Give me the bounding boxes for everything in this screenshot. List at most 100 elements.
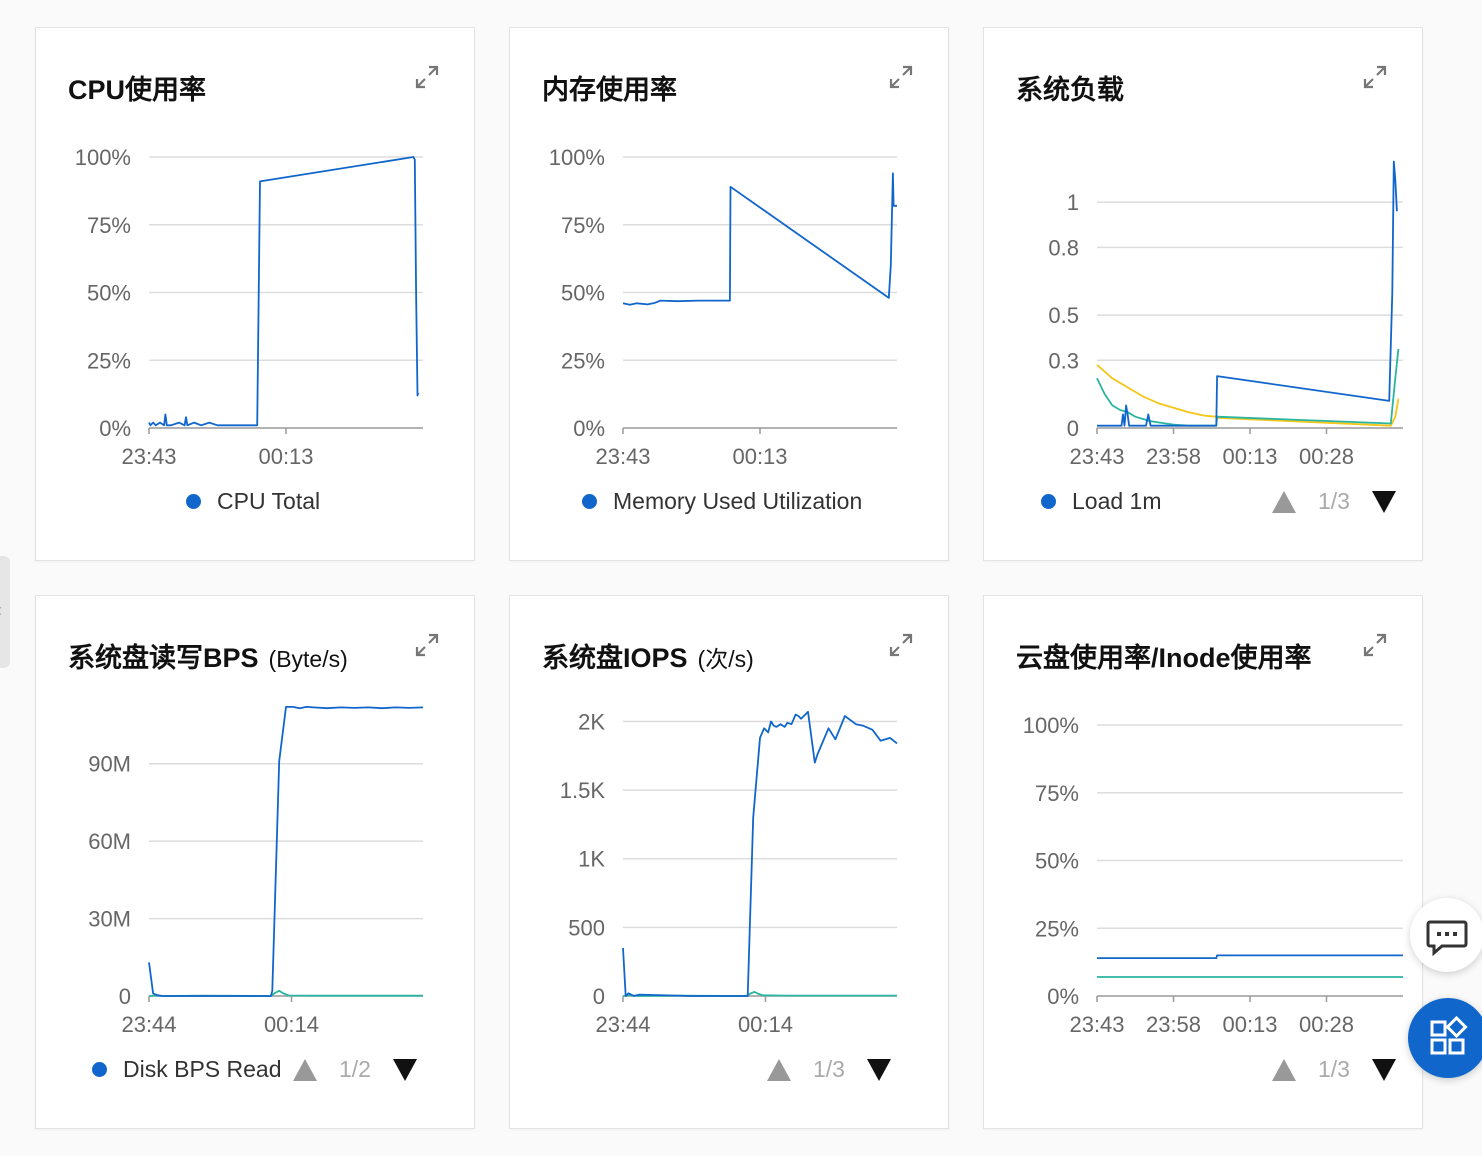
legend-next-page-icon[interactable] (392, 1058, 417, 1081)
y-tick-label: 100% (1023, 713, 1079, 738)
x-tick-label: 23:43 (1069, 1012, 1124, 1037)
y-tick-label: 0% (99, 416, 131, 441)
chart-card-4: 系统盘读写BPS (Byte/s) 90M 60M 30M 0 23:44 00:14 Disk… (35, 595, 475, 1129)
chart-card-6: 云盘使用率/Inode使用率 100% 75% 50% 25% 0% 23:43 23:58 0… (983, 595, 1423, 1129)
x-tick-label: 00:13 (732, 444, 787, 469)
plot-area: 2K 1.5K 1K 500 0 23:44 00:14 (560, 709, 898, 1037)
x-tick-label: 00:28 (1299, 1012, 1354, 1037)
y-tick-label: 0% (1047, 984, 1079, 1009)
x-tick-label: 23:44 (595, 1012, 650, 1037)
y-tick-label: 2K (578, 709, 605, 734)
x-tick-label: 23:43 (595, 444, 650, 469)
legend-next-page-icon[interactable] (866, 1058, 891, 1081)
plot-area: 100% 75% 50% 25% 0% 23:43 23:58 00:13 00:28 (1023, 713, 1403, 1037)
series-line-1 (622, 172, 897, 306)
y-tick-label: 50% (561, 281, 605, 306)
legend-page-indicator: 1/3 (813, 1056, 845, 1082)
y-tick-label: 100% (549, 145, 605, 170)
apps-grid-icon (1430, 1015, 1468, 1055)
y-tick-label: 0 (1067, 416, 1079, 441)
y-tick-label: 1K (578, 847, 605, 872)
chart-legend: 1/3 (510, 1056, 948, 1084)
plot-area: 1 0.8 0.5 0.3 0 23:43 23:58 00:13 00:28 (1048, 160, 1403, 469)
legend-prev-page-icon[interactable] (767, 1058, 791, 1081)
legend-item[interactable]: Load 1m (1041, 488, 1162, 515)
y-tick-label: 50% (1035, 849, 1079, 874)
legend-pager: 1/3 (767, 1056, 891, 1083)
chart-card-2: 内存使用率 100% 75% 50% 25% 0% 23:43 00:13 Memory Use… (509, 27, 949, 561)
chat-button[interactable] (1410, 898, 1482, 972)
legend-page-indicator: 1/3 (1318, 488, 1350, 514)
y-tick-label: 50% (87, 281, 131, 306)
side-collapse-tab[interactable]: ‹ (0, 556, 10, 668)
legend-page-indicator: 1/2 (339, 1056, 371, 1082)
legend-prev-page-icon[interactable] (1272, 490, 1296, 513)
series-line-1 (148, 156, 420, 427)
series-line-1 (1097, 954, 1403, 960)
y-tick-label: 90M (88, 752, 131, 777)
legend-pager: 1/3 (1272, 488, 1396, 515)
chart-legend: Load 1m 1/3 (984, 488, 1422, 516)
legend-item[interactable]: CPU Total (186, 488, 320, 515)
y-tick-label: 0.5 (1048, 303, 1079, 328)
y-tick-label: 100% (75, 145, 131, 170)
chart-card-3: 系统负载 1 0.8 0.5 0.3 0 23:43 23:58 00:13 00:28 Load … (983, 27, 1423, 561)
chart-card-1: CPU使用率 100% 75% 50% 25% 0% 23:43 00:13 CPU Total (35, 27, 475, 561)
legend-dot (186, 494, 201, 509)
legend-dot (582, 494, 597, 509)
y-tick-label: 500 (568, 915, 605, 940)
chevron-left-icon: ‹ (0, 600, 2, 621)
x-tick-label: 23:43 (121, 444, 176, 469)
legend-item[interactable]: Memory Used Utilization (582, 488, 862, 515)
legend-label: Memory Used Utilization (613, 488, 863, 514)
y-tick-label: 0.8 (1048, 235, 1079, 260)
legend-prev-page-icon[interactable] (1272, 1058, 1296, 1081)
y-tick-label: 0% (573, 416, 605, 441)
legend-label: Load 1m (1072, 488, 1162, 514)
y-tick-label: 25% (1035, 916, 1079, 941)
x-tick-label: 23:43 (1069, 444, 1124, 469)
y-tick-label: 0 (119, 984, 131, 1009)
chart-legend: Disk BPS Read 1/2 (36, 1056, 474, 1084)
plot-area: 100% 75% 50% 25% 0% 23:43 00:13 (75, 145, 423, 469)
y-tick-label: 1.5K (560, 778, 606, 803)
chart-legend: Memory Used Utilization (510, 488, 948, 516)
legend-page-indicator: 1/3 (1318, 1056, 1350, 1082)
x-tick-label: 00:14 (264, 1012, 319, 1037)
legend-dot (1041, 494, 1056, 509)
y-tick-label: 75% (1035, 781, 1079, 806)
y-tick-label: 30M (88, 907, 131, 932)
x-tick-label: 23:58 (1146, 1012, 1201, 1037)
x-tick-label: 00:28 (1299, 444, 1354, 469)
legend-prev-page-icon[interactable] (293, 1058, 317, 1081)
chat-icon (1426, 920, 1468, 957)
series-line-1 (622, 710, 898, 997)
y-tick-label: 0.3 (1048, 348, 1079, 373)
legend-next-page-icon[interactable] (1371, 1058, 1396, 1081)
series-line-1 (1097, 160, 1398, 427)
y-tick-label: 75% (561, 213, 605, 238)
chart-legend: CPU Total (36, 488, 474, 516)
series-line-1 (148, 706, 424, 997)
legend-next-page-icon[interactable] (1371, 490, 1396, 513)
chart-legend: 1/3 (984, 1056, 1422, 1084)
legend-pager: 1/3 (1272, 1056, 1396, 1083)
plot-area: 100% 75% 50% 25% 0% 23:43 00:13 (549, 145, 897, 469)
x-tick-label: 00:14 (738, 1012, 793, 1037)
plot-area: 90M 60M 30M 0 23:44 00:14 (88, 706, 424, 1037)
y-tick-label: 1 (1067, 190, 1079, 215)
x-tick-label: 00:13 (1222, 444, 1277, 469)
legend-label: CPU Total (217, 488, 321, 514)
legend-label: Disk BPS Read (123, 1056, 282, 1082)
apps-button[interactable] (1408, 998, 1482, 1078)
legend-dot (92, 1062, 107, 1077)
y-tick-label: 75% (87, 213, 131, 238)
x-tick-label: 00:13 (258, 444, 313, 469)
x-tick-label: 00:13 (1222, 1012, 1277, 1037)
legend-item[interactable]: Disk BPS Read (92, 1056, 282, 1083)
x-tick-label: 23:58 (1146, 444, 1201, 469)
y-tick-label: 0 (593, 984, 605, 1009)
legend-pager: 1/2 (293, 1056, 417, 1083)
y-tick-label: 25% (561, 348, 605, 373)
y-tick-label: 60M (88, 829, 131, 854)
